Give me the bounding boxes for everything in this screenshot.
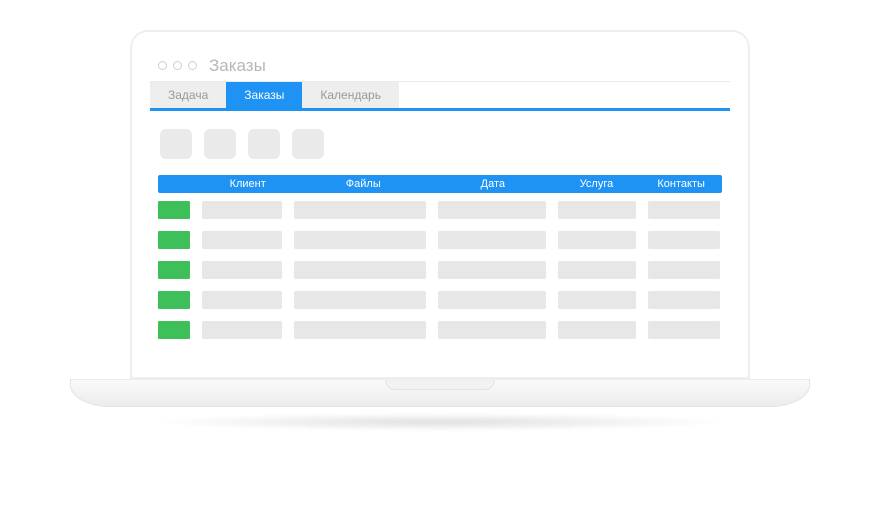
cell-contacts bbox=[648, 261, 720, 279]
window-controls[interactable] bbox=[158, 61, 197, 70]
cell-date bbox=[438, 201, 546, 219]
cell-client bbox=[202, 291, 282, 309]
table-row[interactable] bbox=[158, 321, 722, 339]
tab-calendar[interactable]: Календарь bbox=[302, 82, 399, 108]
table-row[interactable] bbox=[158, 291, 722, 309]
cell-date bbox=[438, 321, 546, 339]
toolbar-button-1[interactable] bbox=[160, 129, 192, 159]
cell-client bbox=[202, 201, 282, 219]
table-row[interactable] bbox=[158, 201, 722, 219]
status-badge bbox=[158, 231, 190, 249]
cell-date bbox=[438, 261, 546, 279]
cell-files bbox=[294, 231, 426, 249]
cell-contacts bbox=[648, 321, 720, 339]
orders-table: Клиент Файлы Дата Услуга Контакты bbox=[150, 175, 730, 363]
toolbar-button-3[interactable] bbox=[248, 129, 280, 159]
cell-service bbox=[558, 231, 636, 249]
cell-date bbox=[438, 291, 546, 309]
toolbar-button-2[interactable] bbox=[204, 129, 236, 159]
table-header: Клиент Файлы Дата Услуга Контакты bbox=[158, 175, 722, 193]
cell-service bbox=[558, 291, 636, 309]
cell-client bbox=[202, 321, 282, 339]
window-titlebar: Заказы bbox=[150, 50, 730, 82]
cell-contacts bbox=[648, 231, 720, 249]
cell-contacts bbox=[648, 201, 720, 219]
cell-files bbox=[294, 201, 426, 219]
cell-contacts bbox=[648, 291, 720, 309]
laptop-frame: Заказы Задача Заказы Календарь Клиент Фа… bbox=[130, 30, 750, 431]
minimize-icon[interactable] bbox=[173, 61, 182, 70]
cell-files bbox=[294, 261, 426, 279]
screen: Заказы Задача Заказы Календарь Клиент Фа… bbox=[130, 30, 750, 379]
status-badge bbox=[158, 201, 190, 219]
laptop-base bbox=[70, 379, 810, 407]
zoom-icon[interactable] bbox=[188, 61, 197, 70]
status-badge bbox=[158, 261, 190, 279]
status-badge bbox=[158, 291, 190, 309]
cell-service bbox=[558, 261, 636, 279]
col-contacts: Контакты bbox=[640, 175, 722, 193]
cell-service bbox=[558, 321, 636, 339]
tab-orders[interactable]: Заказы bbox=[226, 82, 302, 108]
close-icon[interactable] bbox=[158, 61, 167, 70]
window-title: Заказы bbox=[209, 56, 266, 76]
laptop-shadow bbox=[150, 413, 730, 431]
cell-client bbox=[202, 231, 282, 249]
cell-files bbox=[294, 291, 426, 309]
col-date: Дата bbox=[433, 175, 553, 193]
cell-client bbox=[202, 261, 282, 279]
cell-date bbox=[438, 231, 546, 249]
table-body bbox=[158, 193, 722, 339]
status-badge bbox=[158, 321, 190, 339]
table-row[interactable] bbox=[158, 231, 722, 249]
col-service: Услуга bbox=[553, 175, 641, 193]
col-client: Клиент bbox=[202, 175, 294, 193]
tabbar: Задача Заказы Календарь bbox=[150, 82, 730, 111]
cell-files bbox=[294, 321, 426, 339]
col-status bbox=[158, 175, 202, 193]
table-row[interactable] bbox=[158, 261, 722, 279]
col-files: Файлы bbox=[294, 175, 434, 193]
cell-service bbox=[558, 201, 636, 219]
toolbar bbox=[150, 111, 730, 175]
tab-task[interactable]: Задача bbox=[150, 82, 226, 108]
laptop-notch bbox=[385, 380, 495, 390]
toolbar-button-4[interactable] bbox=[292, 129, 324, 159]
